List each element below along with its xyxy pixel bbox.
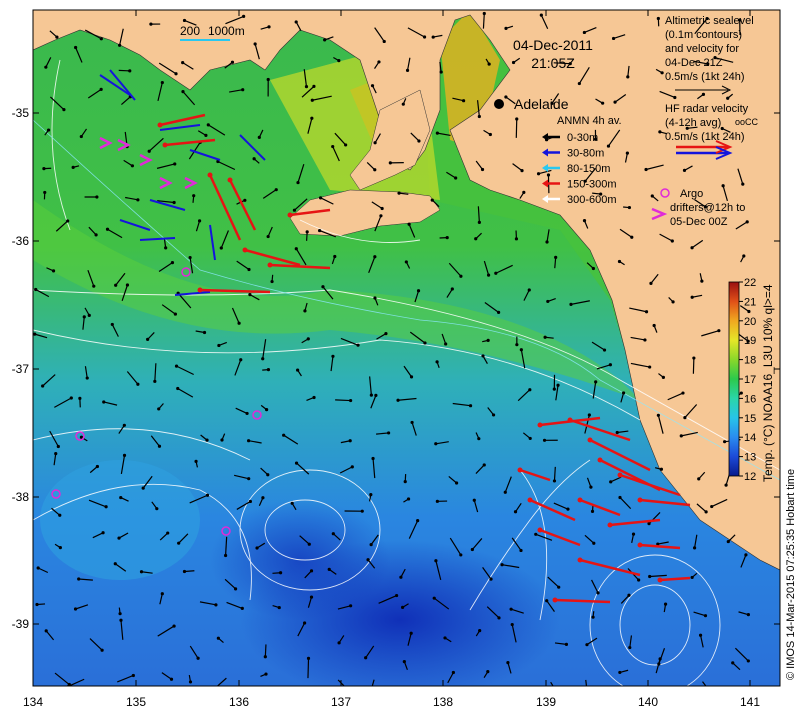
- colorbar-tick-label: 13: [744, 452, 756, 464]
- map-date: 04-Dec-2011: [513, 37, 593, 53]
- alt-legend-line5: 0.5m/s (1kt 24h): [665, 71, 744, 83]
- scale-label-a: 200: [180, 24, 200, 38]
- x-tick-label: 138: [433, 695, 453, 709]
- alt-legend-line2: (0.1m contours): [665, 29, 742, 41]
- argo-legend-line3: 05-Dec 00Z: [670, 216, 728, 228]
- colorbar-tick-label: 16: [744, 393, 756, 405]
- argo-legend-line1: Argo: [680, 188, 703, 200]
- credit-text: © IMOS 14-Mar-2015 07:25:35 Hobart time: [785, 469, 797, 680]
- x-tick-label: 139: [536, 695, 556, 709]
- anmn-legend-label: 30-80m: [567, 148, 604, 160]
- x-tick-label: 135: [126, 695, 146, 709]
- colorbar-tick-label: 21: [744, 296, 756, 308]
- x-tick-label: 140: [638, 695, 658, 709]
- x-tick-label: 137: [331, 695, 351, 709]
- colorbar-tick-label: 20: [744, 316, 756, 328]
- y-tick-label: -39: [12, 617, 30, 631]
- colorbar-tick-label: 17: [744, 374, 756, 386]
- colorbar-tick-label: 18: [744, 355, 756, 367]
- city-label: Adelaide: [514, 96, 569, 112]
- y-tick-label: -38: [12, 490, 30, 504]
- colorbar-tick-label: 15: [744, 413, 756, 425]
- x-tick-label: 141: [740, 695, 760, 709]
- sst-map-figure: 04-Dec-2011 21:05Z 200 1000m Adelaide Al…: [12, 9, 797, 709]
- alt-legend-line4: 04-Dec 21Z: [665, 57, 723, 69]
- adelaide-marker: [494, 99, 504, 109]
- hf-legend-line3: 0.5m/s (1kt 24h): [665, 131, 744, 143]
- y-tick-label: -36: [12, 234, 30, 248]
- anmn-legend-title: ANMN 4h av.: [557, 115, 622, 127]
- colorbar-tick-label: 22: [744, 277, 756, 289]
- colorbar-tick-label: 12: [744, 471, 756, 483]
- alt-legend-line3: and velocity for: [665, 43, 739, 55]
- hf-legend-line2b: ooCC: [735, 117, 759, 127]
- hf-legend-line2: (4-12h avg): [665, 117, 721, 129]
- colorbar-gradient: [728, 281, 740, 477]
- map-time: 21:05Z: [531, 55, 575, 71]
- colorbar-tick-label: 14: [744, 432, 756, 444]
- x-tick-label: 134: [23, 695, 43, 709]
- hf-legend-line1: HF radar velocity: [665, 103, 749, 115]
- x-tick-label: 136: [229, 695, 249, 709]
- argo-legend-line2: drifters@12h to: [670, 202, 745, 214]
- colorbar-tick-label: 19: [744, 335, 756, 347]
- anmn-legend-label: 300-600m: [567, 194, 617, 206]
- y-tick-label: -35: [12, 106, 30, 120]
- y-tick-label: -37: [12, 362, 30, 376]
- colorbar-label: Temp. (°C) NOAA16_L3U 10% ql>=4: [761, 284, 775, 482]
- anmn-legend-label: 0-30m: [567, 132, 598, 144]
- anmn-legend-label: 150-300m: [567, 179, 617, 191]
- scale-label-b: 1000m: [208, 24, 245, 38]
- anmn-legend-label: 80-150m: [567, 163, 610, 175]
- alt-legend-line1: Altimetric sealevel: [665, 15, 754, 27]
- colorbar: 12 13 14 15 16 17 18 19 20 21 22 Temp. (°C) NOAA16…: [728, 277, 775, 483]
